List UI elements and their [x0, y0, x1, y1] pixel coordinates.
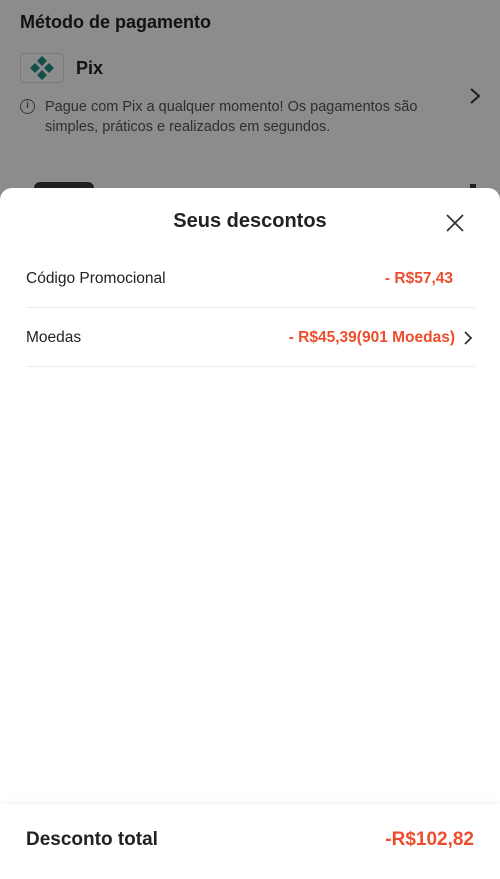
- total-discount-footer: Desconto total -R$102,82: [0, 804, 500, 879]
- chevron-right-icon[interactable]: [461, 330, 475, 346]
- sheet-title: Seus descontos: [173, 210, 327, 232]
- discount-label: Código Promocional: [26, 269, 166, 287]
- total-discount-value: -R$102,82: [385, 829, 474, 850]
- total-discount-label: Desconto total: [26, 829, 158, 850]
- discount-value: - R$45,39(901 Moedas): [288, 328, 455, 346]
- discounts-sheet: Seus descontos Código Promocional - R$57…: [0, 188, 500, 879]
- close-icon[interactable]: [444, 212, 466, 234]
- discount-row-promo-code: Código Promocional - R$57,43: [26, 250, 475, 308]
- discount-row-coins[interactable]: Moedas - R$45,39(901 Moedas): [26, 309, 475, 367]
- discount-label: Moedas: [26, 328, 82, 346]
- discount-value: - R$57,43: [384, 269, 453, 287]
